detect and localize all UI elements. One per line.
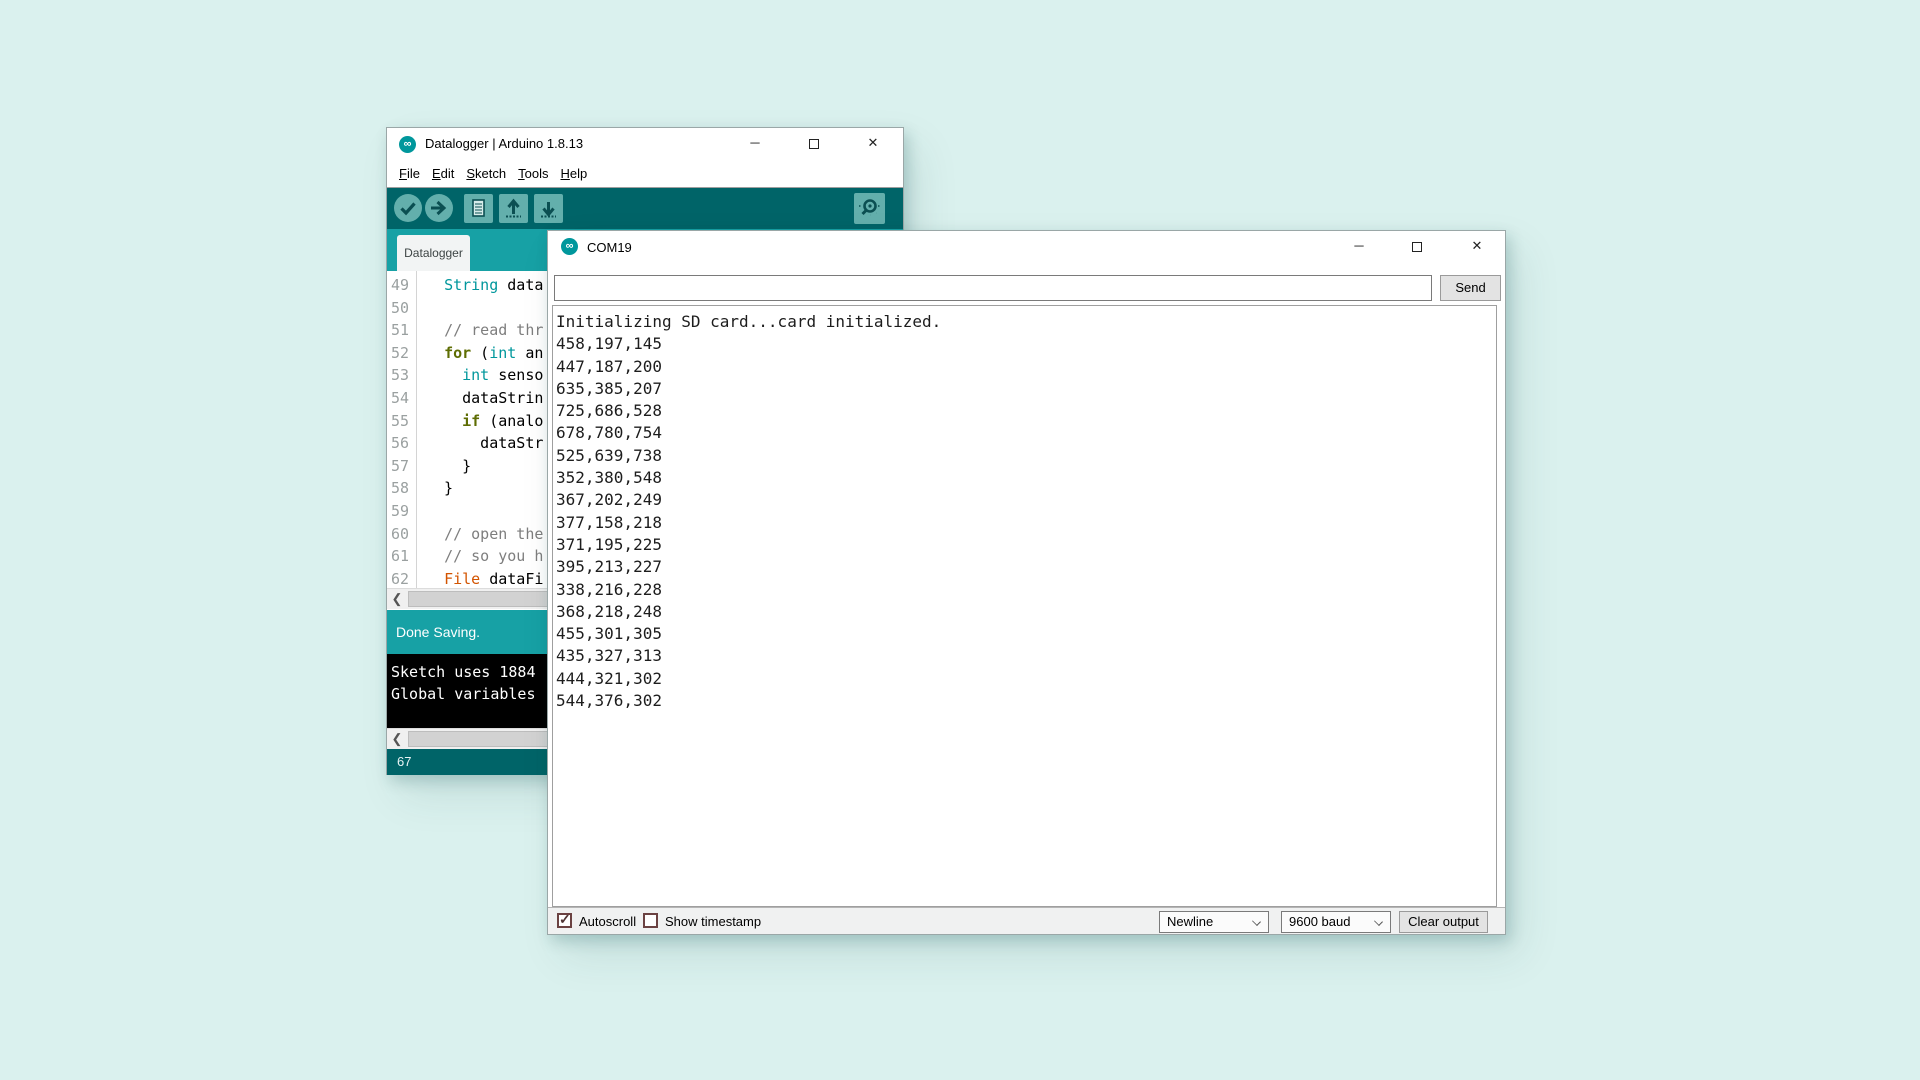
serial-line: 367,202,249 [556,490,1493,512]
serial-line: 525,639,738 [556,446,1493,468]
baud-rate-value: 9600 baud [1289,914,1350,929]
line-ending-value: Newline [1167,914,1213,929]
serial-line: 377,158,218 [556,513,1493,535]
line-number: 57 [387,457,416,475]
menu-item-file[interactable]: File [393,161,426,181]
line-number: 55 [387,412,416,430]
open-button[interactable] [499,194,528,228]
serial-minimize-button[interactable]: ─ [1343,231,1375,261]
line-number: 56 [387,434,416,452]
timestamp-checkbox[interactable] [643,913,658,928]
code-text [416,299,426,317]
line-number: 60 [387,525,416,543]
code-text: // open the [416,525,543,543]
code-text: } [416,457,471,475]
arduino-logo-icon: ∞ [561,238,578,255]
serial-monitor-button[interactable] [854,193,885,229]
baud-rate-dropdown[interactable]: 9600 baud [1281,911,1391,933]
serial-line: 352,380,548 [556,468,1493,490]
code-text: if (analo [416,412,543,430]
autoscroll-label: Autoscroll [579,914,636,929]
ide-window-title: Datalogger | Arduino 1.8.13 [425,136,583,151]
line-number: 53 [387,366,416,384]
serial-line: 338,216,228 [556,580,1493,602]
chevron-down-icon [1252,917,1261,926]
serial-send-input[interactable] [554,275,1432,301]
serial-window-title: COM19 [587,240,632,255]
serial-line: 635,385,207 [556,379,1493,401]
line-number: 49 [387,276,416,294]
code-text: for (int an [416,344,543,362]
ide-close-button[interactable]: ✕ [857,128,889,158]
ide-menubar: FileEditSketchToolsHelp [387,161,903,188]
serial-monitor-icon [854,193,885,224]
save-button[interactable] [534,194,563,228]
scroll-left-icon[interactable]: ❮ [387,589,407,609]
line-number: 58 [387,479,416,497]
serial-monitor-window: ∞ COM19 ─ ✕ Send Initializing SD card...… [547,230,1506,935]
code-text: dataStr [416,434,543,452]
clear-output-button[interactable]: Clear output [1399,911,1488,933]
serial-line: 544,376,302 [556,691,1493,713]
serial-line: Initializing SD card...card initialized. [556,312,1493,334]
menu-item-tools[interactable]: Tools [512,161,554,181]
serial-line: 678,780,754 [556,423,1493,445]
verify-button[interactable] [393,193,423,228]
menu-item-sketch[interactable]: Sketch [460,161,512,181]
chevron-down-icon [1374,917,1383,926]
line-number: 50 [387,299,416,317]
desktop: { "colors": { "desktop_background": "#da… [0,0,1920,1080]
line-number: 51 [387,321,416,339]
line-ending-dropdown[interactable]: Newline [1159,911,1269,933]
serial-line: 444,321,302 [556,669,1493,691]
ide-titlebar[interactable]: ∞ Datalogger | Arduino 1.8.13 ─ ✕ [387,128,903,161]
line-number: 52 [387,344,416,362]
upload-button[interactable] [424,193,454,228]
maximize-icon [809,139,819,149]
line-number: 62 [387,570,416,588]
timestamp-label: Show timestamp [665,914,761,929]
send-button[interactable]: Send [1440,275,1501,301]
ide-maximize-button[interactable] [798,128,830,158]
tab-datalogger[interactable]: Datalogger [397,235,470,271]
code-text [416,502,426,520]
maximize-icon [1412,242,1422,252]
ide-minimize-button[interactable]: ─ [739,128,771,158]
upload-icon [424,193,454,223]
open-icon [499,194,528,223]
serial-line: 395,213,227 [556,557,1493,579]
save-icon [534,194,563,223]
serial-titlebar[interactable]: ∞ COM19 ─ ✕ [548,231,1505,264]
serial-bottom-bar: Autoscroll Show timestamp Newline 9600 b… [548,907,1505,934]
code-text: File dataFi [416,570,543,588]
serial-line: 368,218,248 [556,602,1493,624]
serial-line: 458,197,145 [556,334,1493,356]
code-text: // read thr [416,321,543,339]
code-text: // so you h [416,547,543,565]
new-sketch-icon [464,194,493,223]
line-number: 54 [387,389,416,407]
code-text: int senso [416,366,543,384]
menu-item-help[interactable]: Help [554,161,593,181]
code-text: String data [416,276,543,294]
verify-icon [393,193,423,223]
new-sketch-button[interactable] [464,194,493,228]
ide-toolbar [387,188,903,229]
line-number: 59 [387,502,416,520]
serial-close-button[interactable]: ✕ [1461,231,1493,261]
menu-item-edit[interactable]: Edit [426,161,460,181]
serial-line: 371,195,225 [556,535,1493,557]
serial-line: 455,301,305 [556,624,1493,646]
line-number: 61 [387,547,416,565]
serial-line: 725,686,528 [556,401,1493,423]
autoscroll-checkbox[interactable] [557,913,572,928]
arduino-logo-icon: ∞ [399,136,416,153]
code-text: dataStrin [416,389,543,407]
scroll-left-icon[interactable]: ❮ [387,729,407,749]
serial-maximize-button[interactable] [1401,231,1433,261]
code-text: } [416,479,453,497]
serial-line: 435,327,313 [556,646,1493,668]
serial-line: 447,187,200 [556,357,1493,379]
serial-output[interactable]: Initializing SD card...card initialized.… [552,305,1497,907]
